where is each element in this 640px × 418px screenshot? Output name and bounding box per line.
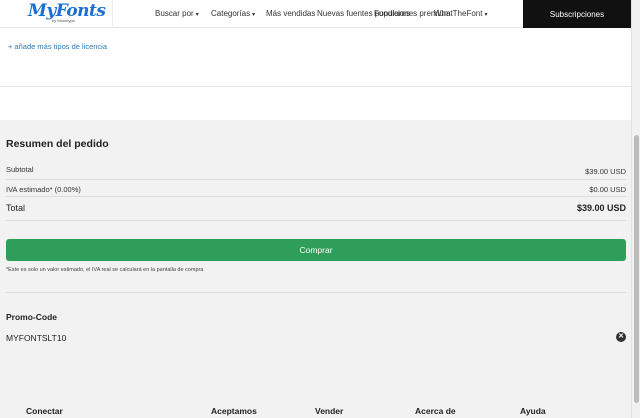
promo-code-label: Promo-Code <box>6 312 57 322</box>
nav-label: Categorías <box>211 9 251 18</box>
divider <box>6 220 626 221</box>
subscriptions-button[interactable]: Subscripciones <box>523 0 631 28</box>
tax-note: *Este es solo un valor estimado, el IVA … <box>6 267 204 273</box>
top-header: MyFonts by Monotype. Buscar por ▾ Categor… <box>0 0 631 28</box>
page: MyFonts by Monotype. Buscar por ▾ Categor… <box>0 0 640 418</box>
nav-label: Más vendidas <box>266 9 316 18</box>
tax-label: IVA estimado* (0.00%) <box>6 185 81 194</box>
nav-label: WhatTheFont <box>434 9 483 18</box>
logo-subtext: by Monotype. <box>52 18 77 23</box>
nav-categorias[interactable]: Categorías ▾ <box>211 9 255 18</box>
buy-button[interactable]: Comprar <box>6 239 626 261</box>
order-summary: Resumen del pedido Subtotal $39.00 USD I… <box>0 120 631 418</box>
promo-code-value: MYFONTSLT10 <box>6 333 67 343</box>
add-license-types-link[interactable]: + añade más tipos de licencia <box>8 42 107 51</box>
page-scrollbar[interactable] <box>631 0 640 418</box>
divider <box>6 179 626 180</box>
summary-title: Resumen del pedido <box>6 138 109 150</box>
chevron-down-icon: ▾ <box>195 12 199 18</box>
nav-divider <box>112 0 113 28</box>
close-circle-icon[interactable]: ✕ <box>616 332 626 342</box>
footer-heading-aceptamos: Aceptamos <box>211 406 257 416</box>
myfonts-logo[interactable]: MyFonts by Monotype. <box>28 1 106 26</box>
tax-value: $0.00 USD <box>589 185 626 194</box>
chevron-down-icon: ▾ <box>252 12 256 18</box>
footer-heading-conectar: Conectar <box>26 406 63 416</box>
divider <box>6 292 626 293</box>
nav-label: Buscar por <box>155 9 194 18</box>
total-label: Total <box>6 203 26 213</box>
scrollbar-thumb[interactable] <box>634 135 639 403</box>
subtotal-label: Subtotal <box>6 165 34 174</box>
footer-heading-vender: Vender <box>315 406 344 416</box>
subtotal-value: $39.00 USD <box>585 167 626 176</box>
nav-whatthefont[interactable]: WhatTheFont ▾ <box>434 9 487 18</box>
footer-heading-acerca-de: Acerca de <box>415 406 456 416</box>
total-value: $39.00 USD <box>576 203 626 213</box>
chevron-down-icon: ▾ <box>484 12 488 18</box>
divider <box>6 196 626 197</box>
nav-mas-vendidas[interactable]: Más vendidas <box>266 9 315 18</box>
footer-heading-ayuda: Ayuda <box>520 406 546 416</box>
nav-buscar-por[interactable]: Buscar por ▾ <box>155 9 199 18</box>
divider <box>0 86 631 87</box>
